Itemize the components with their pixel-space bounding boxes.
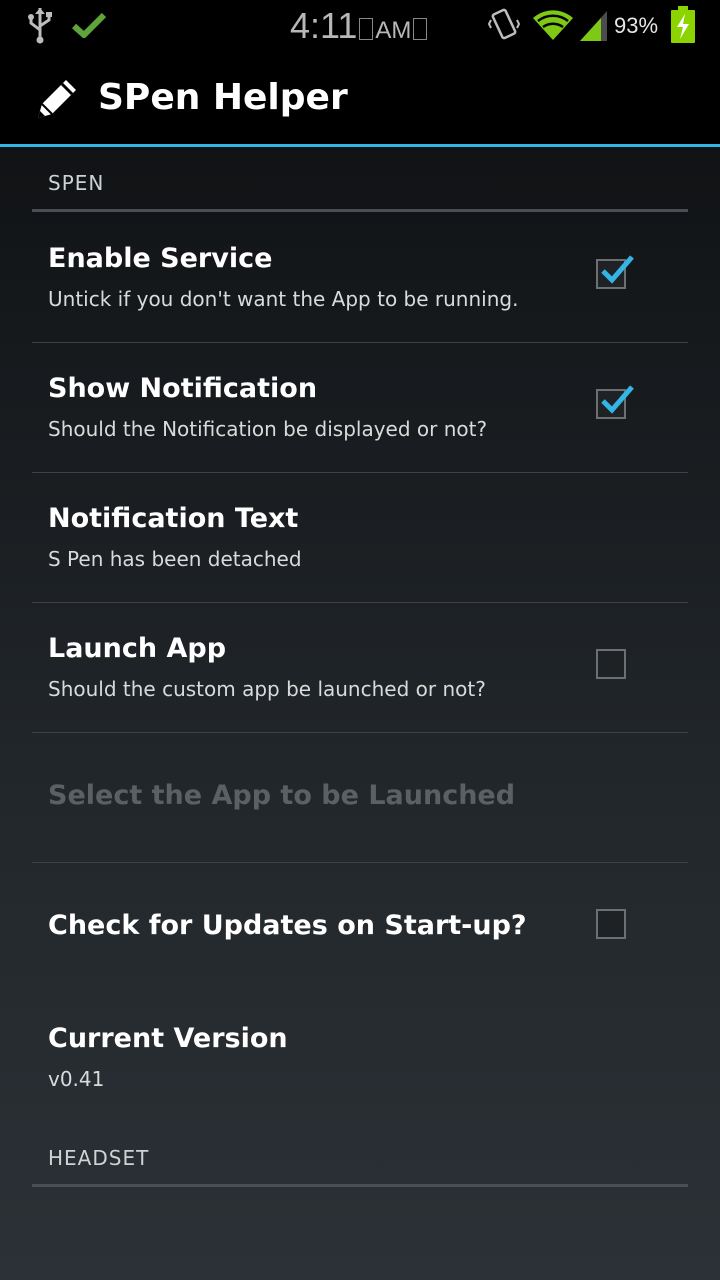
category-header: HEADSET [48,1146,150,1170]
checkmark-icon [601,255,634,284]
vibrate-icon [487,6,521,48]
signal-icon [580,10,608,46]
pencil-icon[interactable] [34,76,80,126]
pref-title: Notification Text [48,503,299,534]
pref-notification-text[interactable]: Notification Text S Pen has been detache… [32,472,688,603]
app-title: SPen Helper [98,77,348,118]
pref-check-updates[interactable]: Check for Updates on Start-up? [32,862,688,992]
action-bar: SPen Helper [0,50,720,147]
pref-title: Enable Service [48,243,273,274]
launch-app-checkbox[interactable] [596,649,626,679]
pref-title: Check for Updates on Start-up? [48,910,527,941]
pref-select-app: Select the App to be Launched [32,732,688,863]
battery-charging-icon [670,6,696,48]
show-notification-checkbox[interactable] [596,385,634,419]
usb-icon [26,6,54,48]
pref-title: Show Notification [48,373,318,404]
pref-current-version[interactable]: Current Version v0.41 [32,992,688,1122]
wifi-icon [532,8,574,46]
battery-percent: 93% [614,13,659,38]
category-headset: HEADSET [32,1122,688,1187]
category-header: SPEN [48,171,105,195]
check-updates-checkbox[interactable] [596,909,626,939]
pref-title: Select the App to be Launched [48,780,516,811]
category-spen: SPEN [32,147,688,212]
pref-title: Launch App [48,633,227,664]
status-bar: 4:11 AM 93% [0,0,720,50]
pref-enable-service[interactable]: Enable Service Untick if you don't want … [32,212,688,343]
pref-summary: Untick if you don't want the App to be r… [48,287,519,311]
pref-launch-app[interactable]: Launch App Should the custom app be laun… [32,602,688,733]
pref-summary: v0.41 [48,1067,105,1091]
pref-summary: S Pen has been detached [48,547,302,571]
pref-title: Current Version [48,1023,288,1054]
enable-service-checkbox[interactable] [596,255,634,289]
pref-summary: Should the custom app be launched or not… [48,677,486,701]
pref-show-notification[interactable]: Show Notification Should the Notificatio… [32,342,688,473]
checkmark-icon [601,385,634,414]
check-icon [71,12,107,42]
pref-summary: Should the Notification be displayed or … [48,417,488,441]
clock: 4:11 AM [290,6,429,46]
